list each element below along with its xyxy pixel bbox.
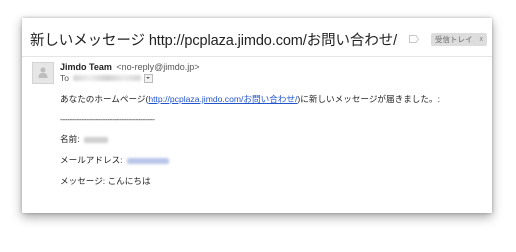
subject-bar: 新しいメッセージ http://pcplaza.jimdo.com/お問い合わせ…: [30, 26, 488, 52]
sender-avatar[interactable]: [32, 62, 54, 84]
to-label: To: [60, 73, 69, 83]
sender-line: Jimdo Team <no-reply@jimdo.jp>: [60, 62, 200, 72]
name-row: 名前:: [60, 133, 108, 145]
recipient-line: To: [60, 73, 153, 83]
sender-name[interactable]: Jimdo Team: [60, 62, 112, 72]
recipient-redacted: [72, 75, 141, 81]
recipient-details-dropdown-icon[interactable]: [143, 73, 153, 83]
message-intro-suffix: )に新しいメッセージが届きました。:: [297, 94, 440, 104]
homepage-link[interactable]: http://pcplaza.jimdo.com/お問い合わせ/: [148, 94, 297, 104]
email-row: メールアドレス:: [60, 154, 169, 166]
sender-email: <no-reply@jimdo.jp>: [116, 62, 200, 72]
label-chip-inbox[interactable]: 受信トレイ x: [431, 32, 488, 46]
message-row: メッセージ: こんにちは: [60, 175, 151, 187]
message-intro: あなたのホームページ(http://pcplaza.jimdo.com/お問い合…: [60, 93, 440, 105]
important-marker-icon[interactable]: [409, 35, 420, 43]
name-value-redacted: [83, 136, 108, 143]
email-view: 新しいメッセージ http://pcplaza.jimdo.com/お問い合わせ…: [22, 18, 492, 213]
email-subject: 新しいメッセージ http://pcplaza.jimdo.com/お問い合わせ…: [30, 32, 398, 49]
separator-line: ----------------------------------------: [60, 114, 155, 124]
divider: [22, 56, 492, 57]
label-chip-text: 受信トレイ: [435, 34, 473, 44]
message-label: メッセージ:: [60, 176, 106, 186]
name-label: 名前:: [60, 134, 80, 144]
remove-label-button[interactable]: x: [480, 36, 484, 43]
email-value-redacted[interactable]: [126, 157, 169, 164]
email-label: メールアドレス:: [60, 155, 123, 165]
person-icon: [38, 67, 48, 78]
message-value: こんにちは: [107, 176, 151, 186]
message-intro-prefix: あなたのホームページ(: [60, 94, 149, 104]
